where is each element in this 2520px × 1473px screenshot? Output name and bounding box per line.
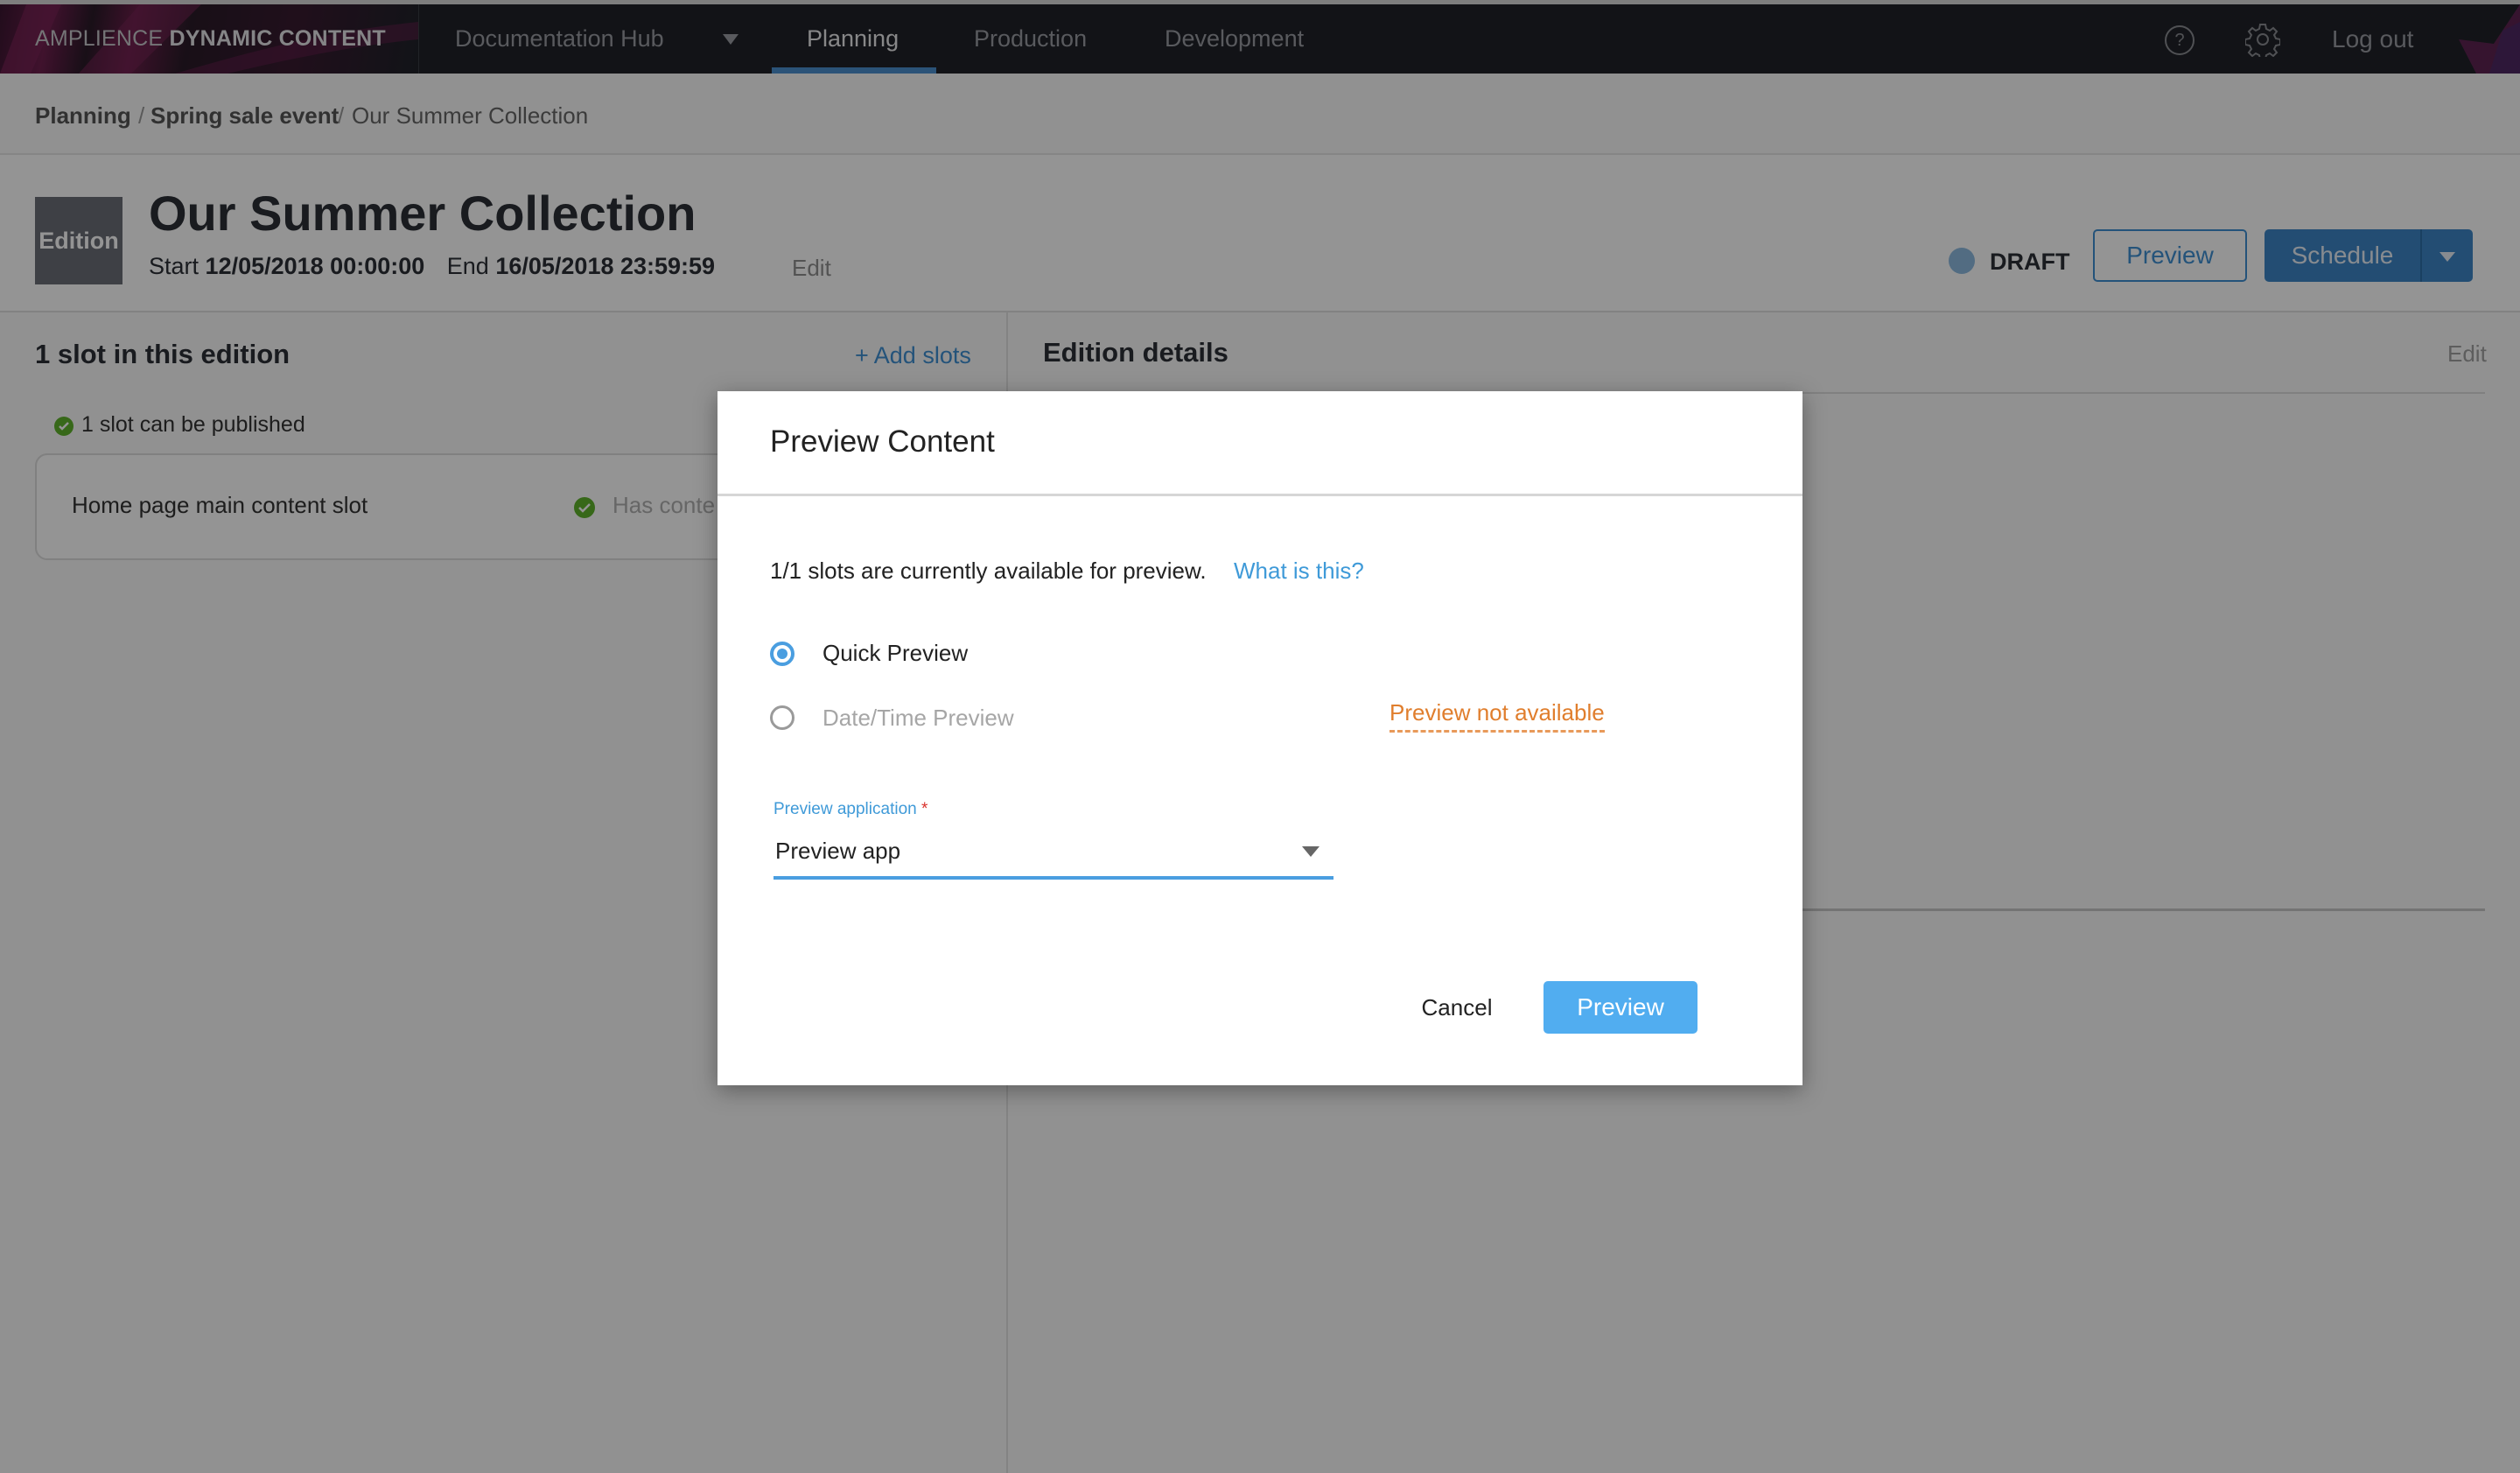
select-underline	[774, 876, 1334, 880]
divider	[718, 494, 1802, 496]
chevron-down-icon	[1302, 846, 1320, 857]
preview-application-select[interactable]: Preview app	[774, 838, 1334, 880]
dialog-title: Preview Content	[770, 424, 995, 459]
what-is-this-link[interactable]: What is this?	[1234, 558, 1364, 585]
selected-app: Preview app	[775, 838, 901, 864]
availability-text: 1/1 slots are currently available for pr…	[770, 558, 1207, 584]
confirm-preview-button[interactable]: Preview	[1544, 981, 1698, 1034]
cancel-button[interactable]: Cancel	[1409, 982, 1505, 1033]
quick-preview-label[interactable]: Quick Preview	[822, 640, 968, 667]
datetime-preview-label: Date/Time Preview	[822, 705, 1014, 731]
datetime-preview-radio	[770, 705, 794, 730]
preview-content-dialog: Preview Content 1/1 slots are currently …	[718, 391, 1802, 1085]
field-label-text: Preview application	[774, 800, 917, 818]
required-asterisk: *	[920, 800, 928, 818]
quick-preview-radio[interactable]	[770, 642, 794, 666]
preview-not-available-tooltip-trigger[interactable]: Preview not available	[1390, 699, 1605, 733]
preview-application-label: Preview application *	[774, 800, 928, 819]
